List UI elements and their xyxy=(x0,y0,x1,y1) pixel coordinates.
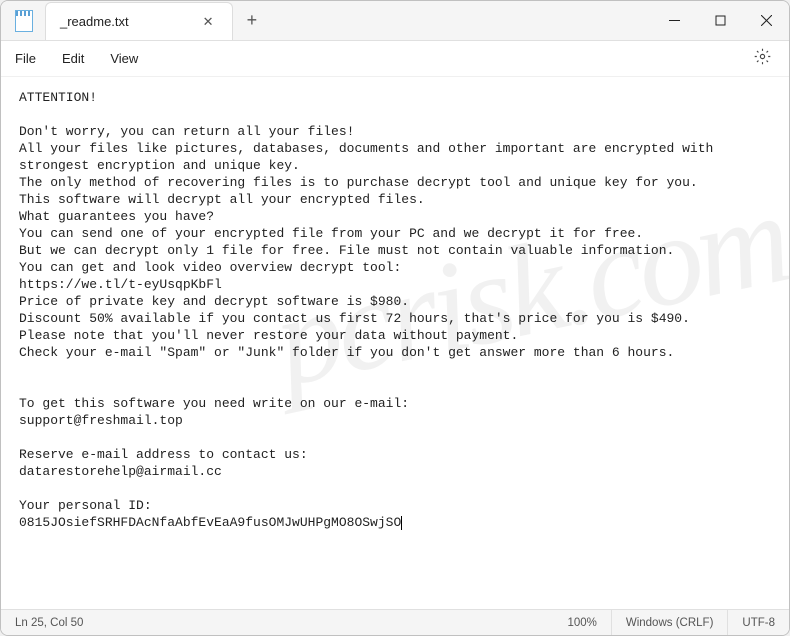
menu-edit[interactable]: Edit xyxy=(62,51,84,66)
menu-file[interactable]: File xyxy=(15,51,36,66)
minimize-button[interactable] xyxy=(651,1,697,41)
document-text: ATTENTION! Don't worry, you can return a… xyxy=(19,89,771,531)
menubar: File Edit View xyxy=(1,41,789,77)
notepad-icon xyxy=(15,10,33,32)
settings-button[interactable] xyxy=(750,44,775,74)
tab-active[interactable]: _readme.txt ✕ xyxy=(45,2,233,40)
status-position: Ln 25, Col 50 xyxy=(1,610,301,635)
maximize-button[interactable] xyxy=(697,1,743,41)
status-lineending: Windows (CRLF) xyxy=(612,610,729,635)
close-icon[interactable]: ✕ xyxy=(199,12,218,32)
notepad-window: _readme.txt ✕ + File Edit View xyxy=(0,0,790,636)
menu-view[interactable]: View xyxy=(110,51,138,66)
titlebar: _readme.txt ✕ + xyxy=(1,1,789,41)
tab-title: _readme.txt xyxy=(60,14,129,29)
new-tab-button[interactable]: + xyxy=(233,10,272,31)
close-window-button[interactable] xyxy=(743,1,789,41)
text-area[interactable]: pcrisk.com ATTENTION! Don't worry, you c… xyxy=(1,77,789,609)
status-zoom[interactable]: 100% xyxy=(553,610,611,635)
status-encoding: UTF-8 xyxy=(728,610,789,635)
statusbar: Ln 25, Col 50 100% Windows (CRLF) UTF-8 xyxy=(1,609,789,635)
window-controls xyxy=(651,1,789,41)
